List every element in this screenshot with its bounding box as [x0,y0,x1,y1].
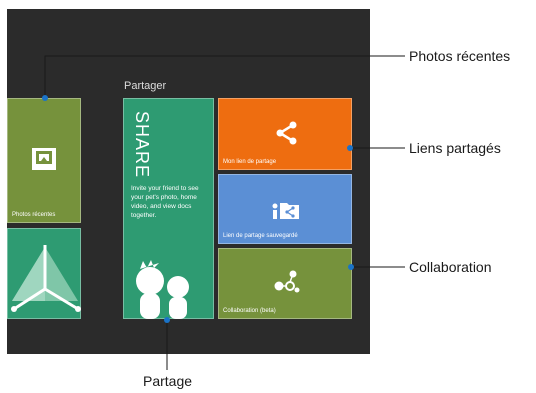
callout-partage: Partage [143,373,193,389]
callout-collaboration: Collaboration [409,259,492,275]
callout-liens-partages: Liens partagés [409,140,501,156]
callout-photos-recentes: Photos récentes [409,48,511,64]
